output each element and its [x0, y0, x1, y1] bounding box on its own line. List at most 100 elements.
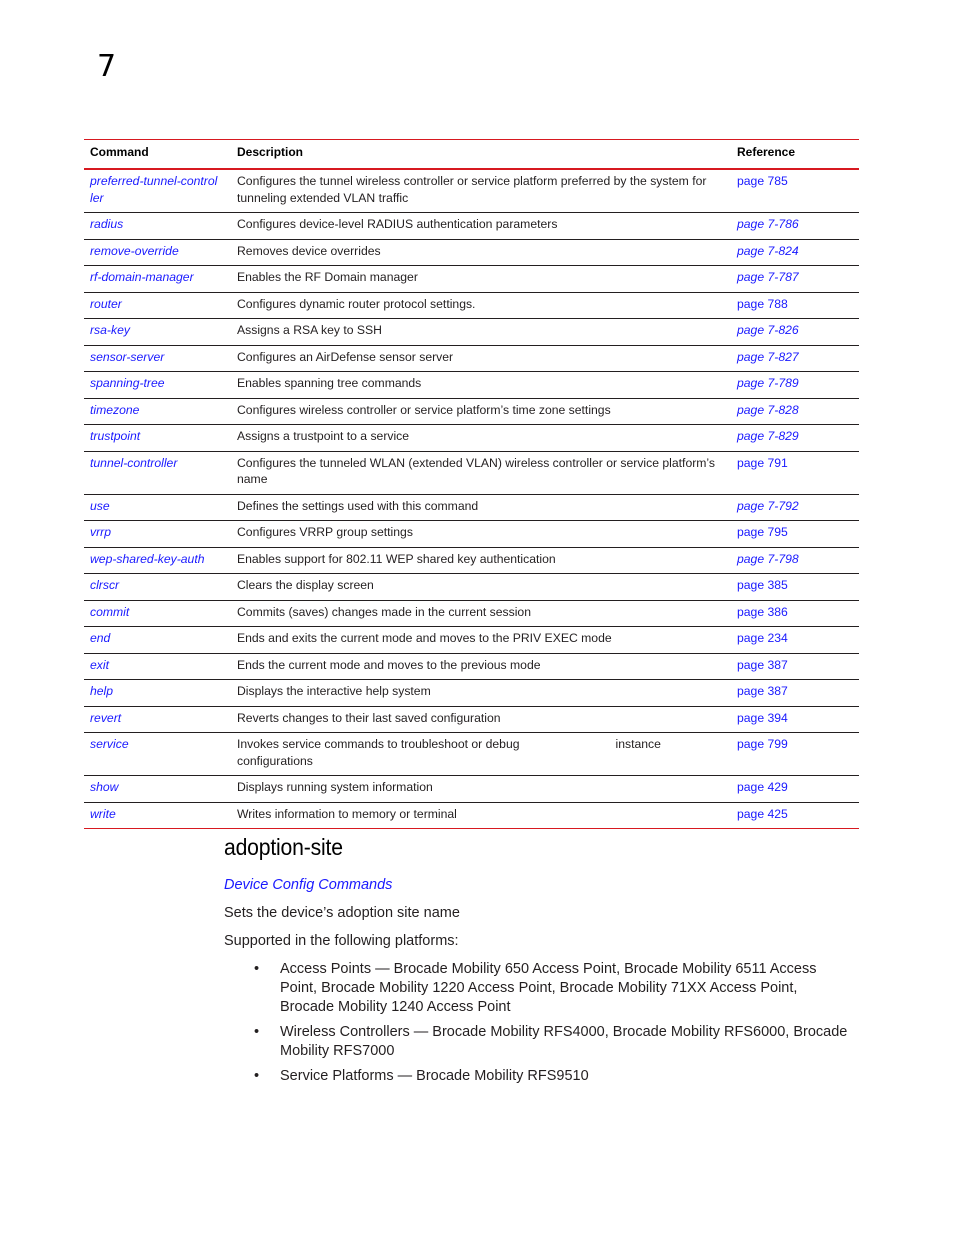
command-link[interactable]: rsa-key — [90, 323, 130, 337]
description-text: Configures the tunnel wireless controlle… — [237, 174, 707, 205]
command-link[interactable]: remove-override — [90, 244, 179, 258]
reference-link[interactable]: page 785 — [737, 174, 788, 188]
reference-cell: page 7-792 — [731, 494, 859, 521]
description-text: Assigns a RSA key to SSH — [237, 323, 382, 337]
platform-text: Access Points — Brocade Mobility 650 Acc… — [280, 961, 817, 1015]
bullet-icon: • — [254, 1024, 260, 1040]
command-link[interactable]: vrrp — [90, 525, 111, 539]
description-text: Configures an AirDefense sensor server — [237, 349, 454, 364]
reference-link[interactable]: page 7-787 — [737, 270, 799, 284]
table-row: rf-domain-manager Enables the RF Domain m… — [84, 265, 859, 293]
reference-link[interactable]: page 7-829 — [737, 429, 799, 443]
reference-link[interactable]: page 425 — [737, 807, 788, 821]
reference-link[interactable]: page 7-792 — [737, 499, 799, 513]
reference-link[interactable]: page 394 — [737, 711, 788, 725]
table-row: clrscr Clears the display screen page 385 — [84, 573, 859, 601]
command-link[interactable]: service — [90, 737, 129, 751]
reference-link[interactable]: page 7-827 — [737, 350, 799, 364]
header-command: Command — [84, 139, 231, 170]
command-cell: show — [84, 775, 231, 803]
description-text: Displays the interactive help system — [237, 684, 431, 698]
reference-link[interactable]: page 429 — [737, 780, 788, 794]
table-row: router Configures dynamic router protocol… — [84, 292, 859, 319]
reference-cell: page 7-829 — [731, 424, 859, 452]
chapter-number: 7 — [97, 49, 117, 84]
description-text: Clears the display screen — [237, 578, 374, 592]
table-row: rsa-key Assigns a RSA key to SSH page 7-82… — [84, 318, 859, 346]
table-row: show Displays running system information p… — [84, 775, 859, 803]
description-line2-text: configurations — [237, 753, 313, 768]
command-link[interactable]: commit — [90, 605, 129, 619]
description-text: Configures dynamic router protocol setti… — [237, 296, 476, 311]
reference-link[interactable]: page 385 — [737, 578, 788, 592]
command-link[interactable]: radius — [90, 217, 123, 231]
reference-link[interactable]: page 791 — [737, 456, 788, 470]
reference-link[interactable]: page 7-826 — [737, 323, 799, 337]
command-cell: clrscr — [84, 573, 231, 601]
table-row: spanning-tree Enables spanning tree comma… — [84, 371, 859, 399]
reference-link[interactable]: page 7-824 — [737, 244, 799, 258]
description-cell: Assigns a RSA key to SSH — [231, 318, 731, 346]
command-cell: remove-override — [84, 239, 231, 266]
reference-link[interactable]: page 788 — [737, 297, 788, 311]
command-link[interactable]: timezone — [90, 403, 139, 417]
command-link[interactable]: exit — [90, 658, 109, 672]
command-cell: rf-domain-manager — [84, 265, 231, 293]
list-item: • Access Points — Brocade Mobility 650 Ac… — [254, 960, 854, 1017]
reference-link[interactable]: page 7-828 — [737, 403, 799, 417]
reference-cell: page 785 — [731, 169, 859, 213]
command-link[interactable]: preferred-tunnel-control ler — [90, 174, 217, 205]
description-text: Displays running system information — [237, 780, 433, 794]
reference-cell: page 7-827 — [731, 345, 859, 372]
description-cell: Displays the interactive help system — [231, 679, 731, 707]
command-link[interactable]: router — [90, 297, 122, 311]
command-cell: exit — [84, 653, 231, 680]
reference-link[interactable]: page 7-789 — [737, 376, 799, 390]
command-link[interactable]: clrscr — [90, 578, 119, 592]
platforms-intro: Supported in the following platforms: — [224, 933, 459, 949]
reference-link[interactable]: page 234 — [737, 631, 788, 645]
command-link[interactable]: rf-domain-manager — [90, 270, 194, 284]
command-cell: radius — [84, 212, 231, 240]
reference-link[interactable]: page 799 — [737, 737, 788, 751]
description-cell: Removes device overrides — [231, 239, 731, 266]
command-link[interactable]: end — [90, 631, 110, 645]
command-link[interactable]: spanning-tree — [90, 376, 165, 390]
device-config-commands-link[interactable]: Device Config Commands — [224, 877, 392, 893]
reference-link[interactable]: page 386 — [737, 605, 788, 619]
description-text: Ends and exits the current mode and move… — [237, 631, 612, 645]
reference-cell: page 7-826 — [731, 318, 859, 346]
header-description: Description — [231, 139, 731, 170]
command-link[interactable]: trustpoint — [90, 429, 140, 443]
table-row: exit Ends the current mode and moves to t… — [84, 653, 859, 680]
reference-link[interactable]: page 7-798 — [737, 552, 799, 566]
command-link[interactable]: wep-shared-key-auth — [90, 552, 204, 566]
command-link[interactable]: use — [90, 499, 110, 513]
table-row: commit Commits (saves) changes made in th… — [84, 600, 859, 627]
description-cell: Configures an AirDefense sensor server — [231, 345, 731, 372]
reference-cell: page 7-798 — [731, 547, 859, 574]
command-link[interactable]: revert — [90, 711, 121, 725]
command-link[interactable]: help — [90, 684, 113, 698]
section-title: adoption-site — [224, 834, 343, 860]
description-cell: Configures VRRP group settings — [231, 520, 731, 548]
command-cell: commit — [84, 600, 231, 627]
description-text: Enables support for 802.11 WEP shared ke… — [237, 551, 556, 566]
description-text: Configures device-level RADIUS authentic… — [237, 217, 558, 231]
table-row: write Writes information to memory or ter… — [84, 802, 859, 829]
reference-link[interactable]: page 387 — [737, 658, 788, 672]
table-row: revert Reverts changes to their last save… — [84, 706, 859, 733]
description-cell: Enables support for 802.11 WEP shared ke… — [231, 547, 731, 574]
command-link[interactable]: tunnel-controller — [90, 456, 177, 470]
table-row: use Defines the settings used with this c… — [84, 494, 859, 521]
reference-link[interactable]: page 387 — [737, 684, 788, 698]
command-link[interactable]: sensor-server — [90, 350, 164, 364]
reference-link[interactable]: page 7-786 — [737, 217, 799, 231]
reference-link[interactable]: page 795 — [737, 525, 788, 539]
reference-cell: page 7-789 — [731, 371, 859, 399]
command-cell: help — [84, 679, 231, 707]
table-row: sensor-server Configures an AirDefense se… — [84, 345, 859, 372]
command-link[interactable]: write — [90, 807, 116, 821]
command-link[interactable]: show — [90, 780, 118, 794]
command-cell: revert — [84, 706, 231, 733]
